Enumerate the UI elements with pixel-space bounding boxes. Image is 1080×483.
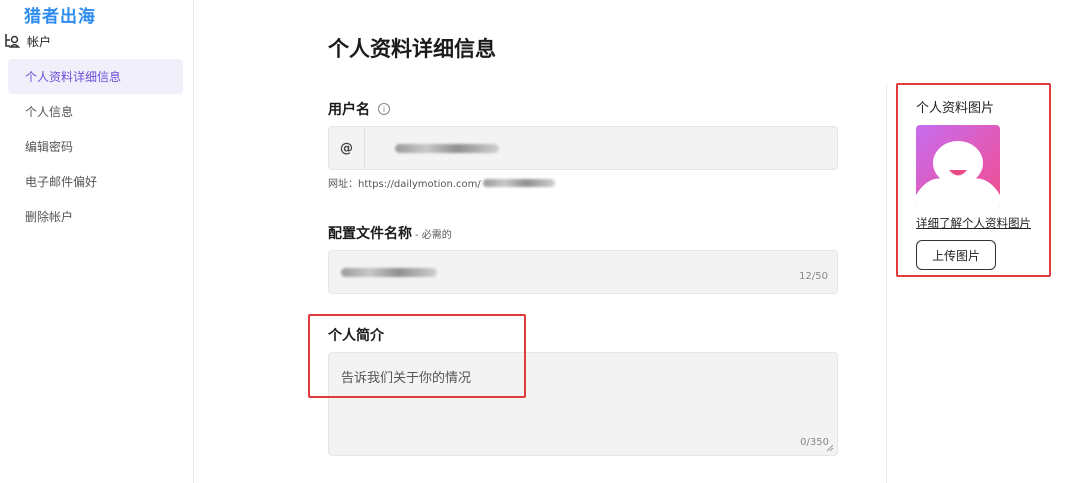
username-label: 用户名	[328, 102, 370, 118]
sidebar-item-delete-account[interactable]: 删除帐户	[8, 199, 183, 234]
required-note: - 必需的	[415, 229, 452, 241]
sidebar-item-profile-details[interactable]: 个人资料详细信息	[8, 59, 183, 94]
resize-handle-icon[interactable]	[826, 444, 834, 452]
sidebar-item-email-preferences[interactable]: 电子邮件偏好	[8, 164, 183, 199]
redacted-profile-name-value	[341, 268, 437, 277]
username-field[interactable]: @	[328, 126, 838, 170]
sidebar-nav: 个人资料详细信息 个人信息 编辑密码 电子邮件偏好 删除帐户	[8, 59, 183, 234]
profile-name-char-count: 12/50	[799, 271, 828, 282]
highlight-box-bio	[308, 314, 526, 398]
username-url-note: 网址：https://dailymotion.com/	[328, 175, 555, 190]
sidebar: 猎者出海 帐户 个人资料详细信息 个人信息 编辑密码 电子邮件偏好 删除帐户	[0, 0, 194, 483]
profile-name-field[interactable]: 12/50	[328, 250, 838, 294]
sidebar-item-edit-password[interactable]: 编辑密码	[8, 129, 183, 164]
username-url-text: 网址：https://dailymotion.com/	[328, 179, 481, 190]
watermark-logo: 猎者出海	[24, 7, 96, 27]
account-icon	[5, 34, 20, 48]
info-icon[interactable]: i	[378, 103, 390, 115]
page-title: 个人资料详细信息	[328, 37, 496, 61]
profile-name-label-row: 配置文件名称 - 必需的	[328, 223, 452, 243]
account-section-label: 帐户	[27, 34, 52, 49]
username-label-row: 用户名 i	[328, 99, 390, 119]
at-prefix: @	[329, 127, 365, 169]
account-section-header: 帐户	[4, 31, 51, 51]
divider	[886, 84, 887, 483]
redacted-url-value	[482, 178, 555, 187]
redacted-username-value	[395, 144, 499, 153]
sidebar-item-personal-info[interactable]: 个人信息	[8, 94, 183, 129]
profile-name-label: 配置文件名称	[328, 226, 412, 242]
highlight-box-picture	[896, 83, 1051, 277]
bio-char-count: 0/350	[800, 437, 829, 448]
